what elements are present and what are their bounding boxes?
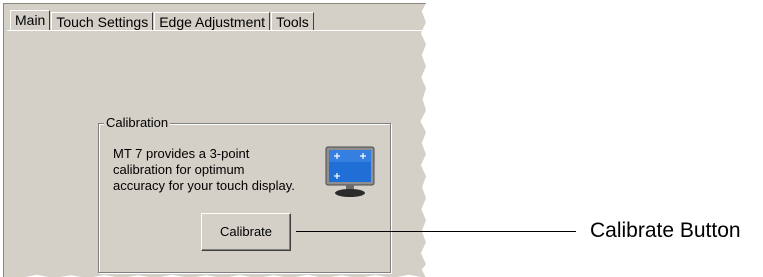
tab-main[interactable]: Main bbox=[10, 10, 51, 30]
calibration-description: MT 7 provides a 3-point calibration for … bbox=[113, 146, 313, 194]
figure: Main Touch Settings Edge Adjustment Tool… bbox=[0, 0, 763, 277]
description-line: calibration for optimum bbox=[113, 162, 245, 177]
tab-tools[interactable]: Tools bbox=[271, 12, 314, 30]
monitor-calibration-icon bbox=[325, 146, 375, 197]
tab-bar: Main Touch Settings Edge Adjustment Tool… bbox=[10, 10, 315, 30]
calibration-group: Calibration MT 7 provides a 3-point cali… bbox=[98, 115, 391, 273]
callout-line bbox=[296, 231, 576, 232]
description-line: MT 7 provides a 3-point bbox=[113, 146, 250, 161]
tab-edge-adjustment[interactable]: Edge Adjustment bbox=[154, 12, 271, 30]
calibrate-button[interactable]: Calibrate bbox=[201, 213, 291, 251]
description-line: accuracy for your touch display. bbox=[113, 178, 295, 193]
tab-divider bbox=[7, 30, 426, 31]
tab-touch-settings[interactable]: Touch Settings bbox=[51, 12, 154, 30]
settings-panel: Main Touch Settings Edge Adjustment Tool… bbox=[3, 3, 426, 277]
callout-label: Calibrate Button bbox=[590, 219, 741, 242]
calibration-group-title: Calibration bbox=[104, 115, 171, 131]
